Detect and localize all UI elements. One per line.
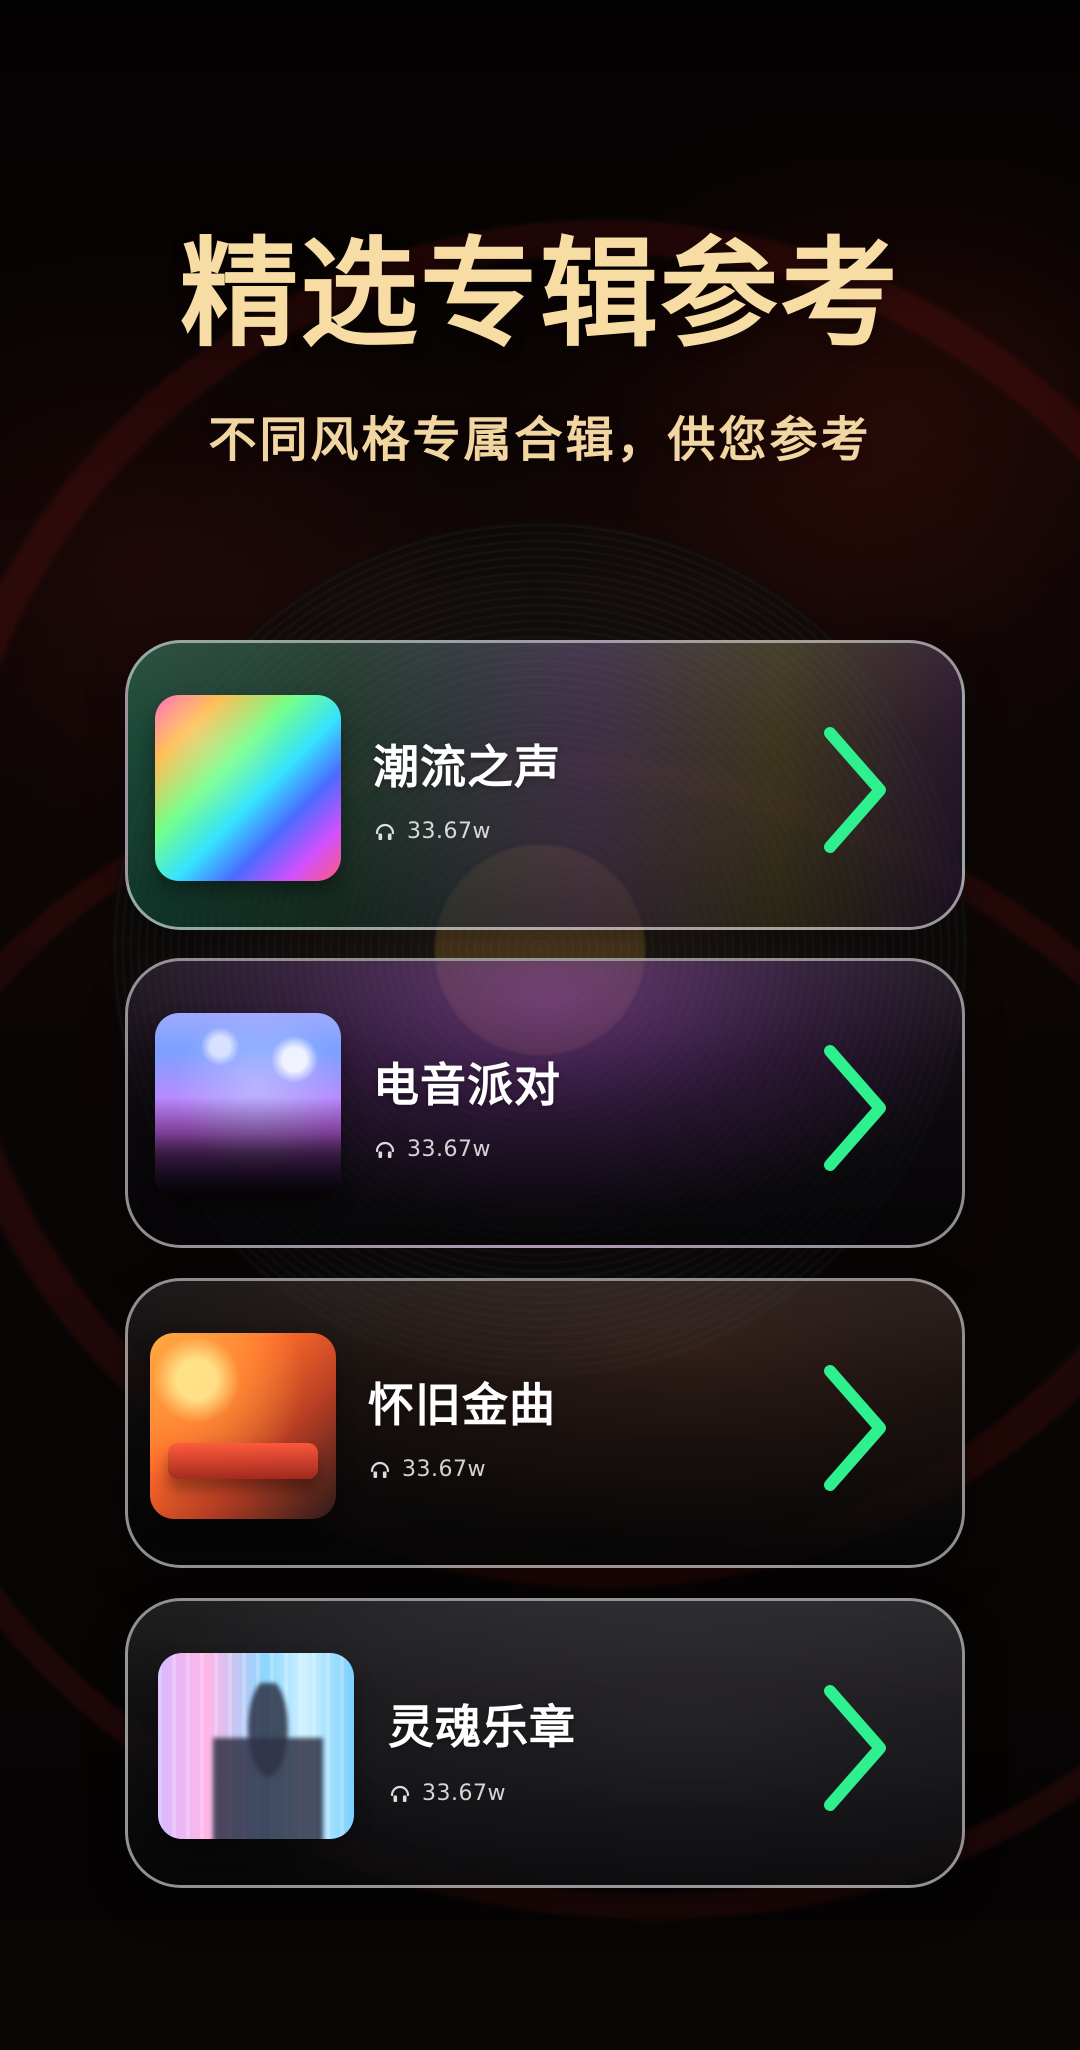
album-cover-image <box>150 1333 336 1519</box>
page-title: 精选专辑参考 <box>179 225 900 363</box>
headphones-icon <box>388 1782 412 1806</box>
album-card-3[interactable]: 怀旧金曲 33.67w <box>125 1278 965 1568</box>
album-title: 潮流之声 <box>373 740 561 794</box>
album-plays: 33.67w <box>373 1137 491 1162</box>
headphones-icon <box>368 1458 392 1482</box>
headphones-icon <box>373 820 397 844</box>
album-card-2[interactable]: 电音派对 33.67w <box>125 958 965 1248</box>
album-cover-image <box>155 695 341 881</box>
plays-count: 33.67w <box>407 1137 491 1162</box>
plays-count: 33.67w <box>402 1457 486 1482</box>
album-card-4[interactable]: 灵魂乐章 33.67w <box>125 1598 965 1888</box>
album-plays: 33.67w <box>388 1781 506 1806</box>
plays-count: 33.67w <box>407 819 491 844</box>
album-title: 电音派对 <box>373 1058 561 1112</box>
chevron-right-icon <box>810 715 900 865</box>
page-subtitle: 不同风格专属合辑，供您参考 <box>208 412 872 468</box>
chevron-right-icon <box>810 1673 900 1823</box>
headphones-icon <box>373 1138 397 1162</box>
album-cover-image <box>155 1013 341 1199</box>
album-plays: 33.67w <box>373 819 491 844</box>
album-title: 灵魂乐章 <box>388 1700 576 1754</box>
chevron-right-icon <box>810 1353 900 1503</box>
album-plays: 33.67w <box>368 1457 486 1482</box>
album-card-1[interactable]: 潮流之声 33.67w <box>125 640 965 930</box>
album-title: 怀旧金曲 <box>368 1378 556 1432</box>
album-cover-image <box>158 1653 354 1839</box>
chevron-right-icon <box>810 1033 900 1183</box>
plays-count: 33.67w <box>422 1781 506 1806</box>
